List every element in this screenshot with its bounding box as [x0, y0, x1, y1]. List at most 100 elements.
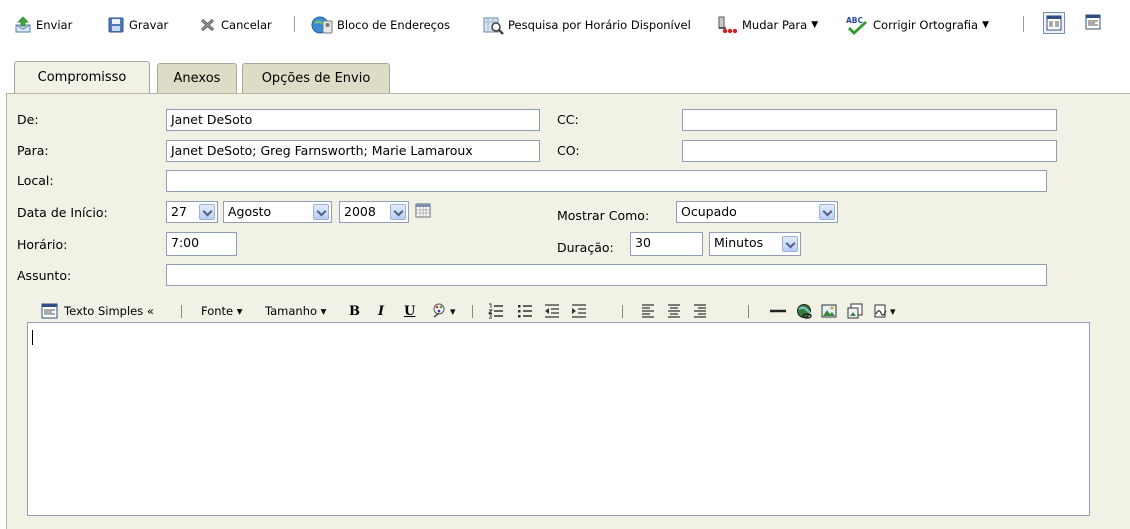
chevron-down-icon [199, 204, 215, 220]
duration-field[interactable]: 30 [630, 232, 703, 256]
plain-text-icon [41, 303, 58, 319]
place-label: Local: [17, 173, 54, 188]
time-field[interactable]: 7:00 [166, 232, 237, 256]
signature-icon [874, 304, 887, 318]
to-label: Para: [17, 143, 49, 158]
month-select[interactable]: Agosto [223, 201, 332, 223]
indent-icon [572, 304, 586, 318]
cc-field[interactable] [682, 109, 1057, 131]
free-time-search-icon [483, 17, 504, 35]
month-value: Agosto [228, 204, 272, 219]
bullet-list-button[interactable] [516, 299, 534, 323]
horizontal-rule-button[interactable] [768, 299, 788, 323]
text-color-button[interactable]: ▾ [430, 299, 456, 323]
start-date-label: Data de Início: [17, 205, 108, 220]
font-label: Fonte ▾ [201, 304, 243, 318]
send-button[interactable]: Enviar [14, 14, 72, 36]
bold-label: B [349, 303, 360, 319]
chevron-down-icon [819, 204, 835, 220]
bold-button[interactable]: B [349, 299, 360, 323]
align-right-icon [694, 304, 706, 318]
free-time-search-button[interactable]: Pesquisa por Horário Disponível [482, 14, 691, 36]
toolbar-divider [1023, 16, 1024, 32]
text-caret [32, 330, 33, 345]
bc-field[interactable] [682, 140, 1057, 162]
insert-object-icon [847, 303, 863, 319]
day-select[interactable]: 27 [166, 201, 218, 223]
signature-arrow-icon: ▾ [890, 304, 896, 318]
year-value: 2008 [344, 204, 376, 219]
view-layout-alt-button[interactable] [1083, 12, 1105, 34]
duration-unit-select[interactable]: Minutos [709, 232, 801, 256]
globe-link-icon [797, 304, 812, 319]
change-to-icon [718, 16, 738, 34]
text-color-icon [433, 303, 445, 318]
tab-send-options[interactable]: Opções de Envio [242, 63, 390, 93]
calendar-icon[interactable] [415, 202, 431, 218]
cancel-label: Cancelar [221, 18, 272, 32]
address-book-button[interactable]: Bloco de Endereços [311, 14, 450, 36]
spell-check-label: Corrigir Ortografia [873, 18, 979, 32]
underline-label: U [404, 303, 416, 319]
show-as-select[interactable]: Ocupado [676, 201, 838, 223]
size-menu[interactable]: Tamanho ▾ [265, 299, 326, 323]
place-field[interactable] [166, 170, 1047, 192]
font-menu[interactable]: Fonte ▾ [201, 299, 243, 323]
decrease-indent-button[interactable] [543, 299, 561, 323]
address-book-label: Bloco de Endereços [337, 18, 450, 32]
from-field[interactable]: Janet DeSoto [166, 109, 540, 131]
message-body-editor[interactable] [27, 322, 1090, 516]
show-as-label: Mostrar Como: [557, 208, 650, 223]
toolbar-divider [294, 16, 295, 32]
save-button[interactable]: Gravar [107, 14, 168, 36]
insert-link-button[interactable] [795, 299, 813, 323]
size-label: Tamanho ▾ [265, 304, 327, 318]
spell-check-icon: ABC [846, 16, 867, 35]
editor-toolbar-divider [181, 305, 182, 318]
address-book-icon [311, 16, 333, 34]
cancel-button[interactable]: Cancelar [199, 14, 272, 36]
signature-button[interactable]: ▾ [872, 299, 896, 323]
change-to-label: Mudar Para [742, 18, 808, 32]
send-icon [15, 16, 31, 33]
numbered-list-button[interactable] [487, 299, 505, 323]
subject-field[interactable] [166, 264, 1047, 286]
insert-object-button[interactable] [846, 299, 864, 323]
bc-label: CO: [557, 143, 580, 158]
text-color-arrow-icon: ▾ [450, 304, 456, 318]
cancel-icon [200, 18, 215, 32]
change-to-dropdown-icon: ▼ [811, 20, 819, 30]
plain-text-toggle[interactable]: Texto Simples « [40, 299, 154, 323]
year-select[interactable]: 2008 [339, 201, 409, 223]
chevron-down-icon [782, 236, 798, 252]
increase-indent-button[interactable] [570, 299, 588, 323]
align-left-button[interactable] [639, 299, 657, 323]
editor-toolbar-divider [748, 305, 749, 318]
spell-check-button[interactable]: ABC Corrigir Ortografia ▼ [845, 14, 989, 36]
insert-image-button[interactable] [820, 299, 838, 323]
chevron-down-icon [390, 204, 406, 220]
editor-toolbar-divider [622, 305, 623, 318]
chevron-down-icon [313, 204, 329, 220]
tab-appointment[interactable]: Compromisso [14, 61, 150, 93]
view-layout-icon [1046, 15, 1062, 31]
change-to-button[interactable]: Mudar Para ▼ [716, 14, 818, 36]
editor-toolbar-divider [472, 305, 473, 318]
horizontal-rule-icon [770, 309, 786, 313]
image-icon [821, 304, 837, 318]
to-field[interactable]: Janet DeSoto; Greg Farnsworth; Marie Lam… [166, 140, 540, 162]
save-label: Gravar [129, 18, 169, 32]
save-icon [108, 17, 124, 33]
free-time-search-label: Pesquisa por Horário Disponível [508, 18, 691, 32]
align-center-button[interactable] [665, 299, 683, 323]
tab-attachments[interactable]: Anexos [157, 63, 237, 93]
align-left-icon [642, 304, 654, 318]
tab-label: Opções de Envio [261, 71, 371, 86]
italic-button[interactable]: I [378, 299, 384, 323]
view-layout-active-button[interactable] [1043, 12, 1065, 34]
duration-unit-value: Minutos [714, 235, 764, 250]
underline-button[interactable]: U [404, 299, 415, 323]
bullet-list-icon [518, 305, 532, 318]
align-right-button[interactable] [691, 299, 709, 323]
send-label: Enviar [36, 18, 73, 32]
